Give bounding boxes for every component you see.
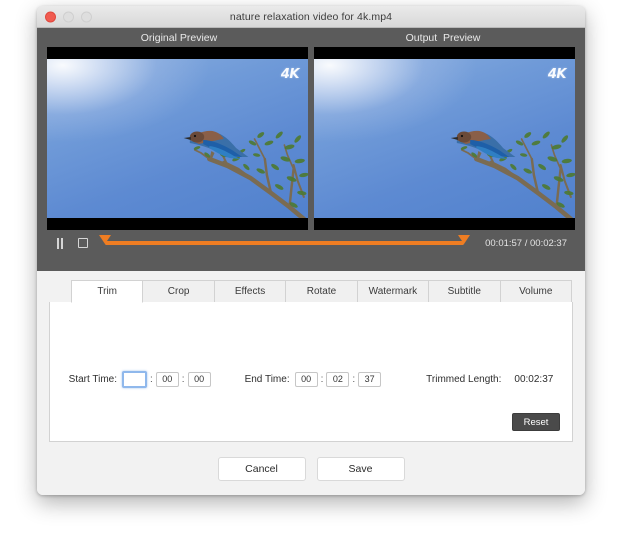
tab-volume-label: Volume: [519, 286, 553, 297]
tab-rotate[interactable]: Rotate: [286, 280, 358, 303]
end-time-label: End Time:: [244, 374, 290, 385]
end-separator-1: :: [320, 374, 324, 385]
tab-bar: Trim Crop Effects Rotate Watermark Subti…: [71, 280, 572, 303]
timeline-trim-selection: [105, 241, 464, 245]
start-hours-input[interactable]: [122, 371, 148, 388]
start-separator-1: :: [150, 374, 153, 385]
branch-and-bird-graphic-output: [450, 130, 575, 222]
traffic-light-group: [45, 11, 92, 22]
time-display: 00:01:57 / 00:02:37: [485, 237, 567, 249]
preview-pair: 4K 4K: [47, 47, 575, 230]
window-title: nature relaxation video for 4k.mp4: [229, 10, 393, 23]
bird-shape: [183, 130, 249, 160]
tab-trim-label: Trim: [97, 286, 118, 297]
app-root: nature relaxation video for 4k.mp4 Origi…: [0, 0, 622, 541]
tab-trim[interactable]: Trim: [71, 280, 144, 303]
timeline-track[interactable]: [105, 241, 465, 245]
trim-end-handle[interactable]: [458, 235, 470, 244]
trim-tab-panel: Start Time: : 00 : 00 End Time: 00 : 02 …: [49, 302, 573, 442]
tab-crop[interactable]: Crop: [143, 280, 215, 303]
tab-effects[interactable]: Effects: [214, 280, 287, 303]
pause-button[interactable]: [53, 237, 67, 250]
stop-button[interactable]: [76, 237, 90, 250]
start-minutes-input[interactable]: 00: [155, 372, 179, 387]
trim-form-row: Start Time: : 00 : 00 End Time: 00 : 02 …: [50, 371, 572, 388]
video-preview-section: Original Preview Output Preview 4K 4K 00…: [37, 28, 585, 271]
trimmed-length-value: 00:02:37: [514, 374, 554, 385]
start-separator-2: :: [181, 374, 185, 385]
end-hours-input[interactable]: 00: [294, 372, 318, 387]
tab-watermark[interactable]: Watermark: [357, 280, 430, 303]
tab-subtitle-label: Subtitle: [447, 286, 481, 297]
trim-start-handle[interactable]: [99, 235, 111, 244]
letterbox-bar-bottom-output: [314, 218, 575, 230]
reset-button[interactable]: Reset: [512, 413, 560, 431]
watermark-4k-label-output: 4K: [547, 67, 567, 82]
letterbox-bar-top-output: [314, 47, 575, 59]
timeline-scrubber[interactable]: [99, 233, 470, 253]
end-seconds-input[interactable]: 37: [358, 372, 382, 387]
end-minutes-input[interactable]: 02: [326, 372, 350, 387]
output-preview-video[interactable]: 4K: [314, 47, 575, 230]
minimize-window-icon[interactable]: [63, 11, 74, 22]
window-titlebar[interactable]: nature relaxation video for 4k.mp4: [37, 6, 585, 28]
tab-crop-label: Crop: [167, 286, 190, 297]
trimmed-length-label: Trimmed Length:: [426, 374, 502, 385]
maximize-window-icon[interactable]: [81, 11, 92, 22]
tab-watermark-label: Watermark: [368, 286, 418, 297]
start-seconds-input[interactable]: 00: [187, 372, 211, 387]
transport-controls: 00:01:57 / 00:02:37: [47, 230, 575, 256]
original-preview-label: Original Preview: [140, 31, 218, 44]
save-button[interactable]: Save: [316, 456, 405, 481]
video-editor-window: nature relaxation video for 4k.mp4 Origi…: [37, 6, 585, 495]
cancel-button[interactable]: Cancel: [217, 456, 306, 481]
preview-headers: Original Preview Output Preview: [47, 28, 575, 47]
dialog-footer: Cancel Save: [49, 442, 573, 495]
start-time-label: Start Time:: [68, 374, 118, 385]
tab-effects-label: Effects: [234, 286, 266, 297]
editing-panel: Trim Crop Effects Rotate Watermark Subti…: [37, 271, 585, 495]
end-separator-2: :: [352, 374, 356, 385]
bird-shape-output: [450, 130, 516, 160]
close-window-icon[interactable]: [45, 11, 56, 22]
watermark-4k-label: 4K: [280, 67, 300, 82]
branch-and-bird-graphic: [183, 130, 308, 222]
pause-icon: [56, 237, 64, 249]
letterbox-bar-bottom: [47, 218, 308, 230]
letterbox-bar-top: [47, 47, 308, 59]
tab-volume[interactable]: Volume: [500, 280, 572, 303]
tab-rotate-label: Rotate: [306, 286, 337, 297]
original-preview-video[interactable]: 4K: [47, 47, 308, 230]
stop-icon: [78, 238, 88, 248]
output-preview-label: Output Preview: [405, 31, 481, 44]
tab-subtitle[interactable]: Subtitle: [429, 280, 501, 303]
